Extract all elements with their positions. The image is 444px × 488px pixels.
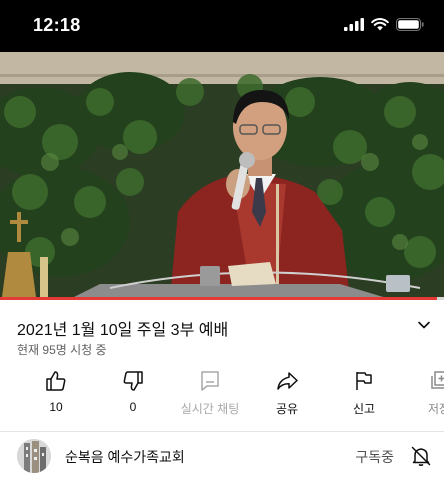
channel-row[interactable]: 순복음 예수가족교회 구독중 xyxy=(0,432,444,480)
save-label: 저장 xyxy=(427,402,444,416)
video-player[interactable] xyxy=(0,52,444,299)
video-title[interactable]: 2021년 1월 10일 주일 3부 예배 xyxy=(17,316,228,340)
video-frame xyxy=(0,52,444,299)
battery-icon xyxy=(396,18,424,31)
like-button[interactable]: 10 xyxy=(18,369,94,414)
save-icon xyxy=(431,371,444,389)
share-label: 공유 xyxy=(275,402,299,416)
notification-bell-off-icon[interactable] xyxy=(409,444,433,468)
church-building-icon xyxy=(17,439,51,473)
report-button[interactable]: 신고 xyxy=(326,369,402,417)
status-bar: 12:18 xyxy=(0,0,444,52)
action-bar: 10 0 실시간 채팅 공유 신고 저장 xyxy=(0,369,444,419)
video-progress-bar[interactable] xyxy=(0,297,444,300)
channel-name[interactable]: 순복음 예수가족교회 xyxy=(65,447,185,467)
share-button[interactable]: 공유 xyxy=(249,369,325,417)
dislike-button[interactable]: 0 xyxy=(95,369,171,414)
report-label: 신고 xyxy=(352,402,376,416)
subscribed-button[interactable]: 구독중 xyxy=(355,447,394,467)
thumbs-down-icon xyxy=(123,371,143,391)
save-button[interactable]: 저장 xyxy=(401,369,444,417)
viewer-count: 현재 95명 시청 중 xyxy=(17,343,107,357)
status-time: 12:18 xyxy=(33,15,81,35)
cellular-signal-icon xyxy=(344,18,364,31)
chevron-down-icon[interactable] xyxy=(414,315,434,335)
channel-avatar[interactable] xyxy=(17,439,51,473)
wifi-icon xyxy=(371,18,389,31)
share-icon xyxy=(277,372,298,390)
flag-icon xyxy=(356,372,372,390)
dislike-count: 0 xyxy=(129,400,137,414)
live-chat-button[interactable]: 실시간 채팅 xyxy=(172,369,248,417)
video-progress-fill xyxy=(0,297,438,300)
like-count: 10 xyxy=(49,400,63,414)
thumbs-up-icon xyxy=(46,371,66,391)
live-chat-label: 실시간 채팅 xyxy=(180,402,240,416)
status-icons xyxy=(344,18,424,31)
live-chat-icon xyxy=(201,371,219,391)
